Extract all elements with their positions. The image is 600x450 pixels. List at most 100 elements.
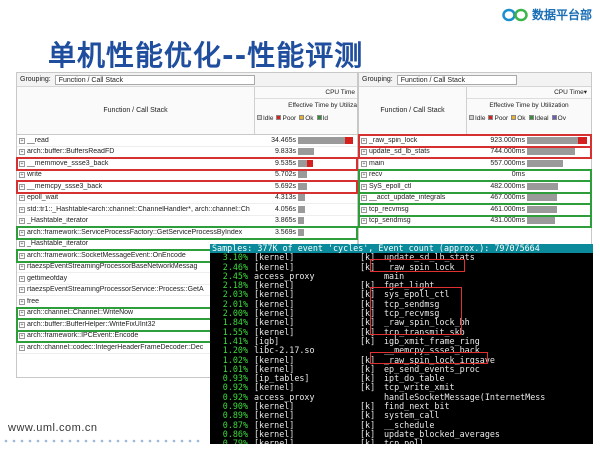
highlight-box: [370, 352, 488, 364]
legend-item: Ov: [551, 115, 566, 122]
symbol-kind: [k]: [360, 382, 376, 393]
column-cpu-time[interactable]: CPU Time▾: [467, 87, 591, 99]
brand-name: 数据平台部: [531, 8, 592, 22]
expand-icon[interactable]: +: [19, 183, 25, 190]
utilization-bar: [298, 217, 304, 225]
expand-icon[interactable]: +: [19, 252, 25, 259]
legend-item: Ideal: [528, 114, 549, 122]
legend-label: Ideal: [534, 114, 549, 122]
grouping-label: Grouping:: [362, 76, 393, 83]
table-row[interactable]: + main 557.000ms: [359, 158, 591, 170]
expand-icon[interactable]: +: [19, 229, 25, 236]
table-row[interactable]: + recv 0ms: [358, 168, 592, 182]
function-name: + __memcpy_ssse3_back: [19, 182, 103, 190]
column-effective-time: Effective Time by Utilization: [489, 102, 569, 109]
expand-icon[interactable]: +: [361, 195, 367, 202]
symbol-kind: [k]: [360, 438, 376, 444]
cpu-time-value: 431.000ms: [490, 217, 525, 225]
symbol-name: ipt_do_table: [384, 374, 445, 384]
legend-swatch: [488, 115, 494, 121]
legend-item: Ok: [299, 115, 314, 122]
table-row[interactable]: + __acct_update_integrals 467.000ms: [358, 191, 592, 205]
brand-logo: 数据平台部: [502, 6, 592, 23]
expand-icon[interactable]: +: [19, 206, 25, 213]
expand-icon[interactable]: +: [19, 264, 25, 271]
legend-swatch: [551, 115, 557, 121]
table-row[interactable]: + tcp_sendmsg 431.000ms: [358, 214, 592, 228]
legend-label: Ok: [517, 114, 526, 122]
utilization-bar: [527, 136, 587, 144]
grouping-select[interactable]: Function / Call Stack: [54, 74, 255, 85]
expand-icon[interactable]: +: [19, 321, 25, 328]
expand-icon[interactable]: +: [19, 160, 25, 167]
table-header: Function / Call Stack CPU Time▾ Effectiv…: [359, 87, 591, 135]
table-row[interactable]: + __memmove_ssse3_back 9.535s: [16, 157, 358, 171]
symbol-name: tcp_write_xmit: [384, 383, 455, 393]
legend-item: Idle: [469, 115, 485, 122]
expand-icon[interactable]: +: [19, 149, 25, 156]
utilization-legend: Idle Poor Ok Id: [255, 113, 357, 123]
slide: 数据平台部 单机性能优化--性能评测 Grouping: Function / …: [0, 0, 600, 450]
grouping-select[interactable]: Function / Call Stack: [396, 74, 517, 85]
expand-icon[interactable]: +: [361, 183, 367, 190]
function-name: + _Hashtable_iterator: [19, 217, 89, 225]
expand-icon[interactable]: +: [361, 137, 367, 144]
expand-icon[interactable]: +: [19, 287, 25, 294]
expand-icon[interactable]: +: [19, 344, 25, 351]
expand-icon[interactable]: +: [19, 241, 25, 248]
symbol-name: find_next_bit: [384, 402, 450, 412]
expand-icon[interactable]: +: [19, 275, 25, 282]
function-name: + SyS_epoll_ctl: [361, 182, 412, 190]
cpu-time-value: 923.000ms: [490, 136, 525, 144]
table-row[interactable]: + _Hashtable_iterator 3.865s: [17, 216, 357, 227]
expand-icon[interactable]: +: [19, 172, 25, 179]
expand-icon[interactable]: +: [361, 206, 367, 213]
utilization-bar: [527, 159, 563, 167]
legend-swatch: [299, 115, 305, 121]
table-row[interactable]: + arch::buffer::BuffersReadFD 9.833s: [17, 147, 357, 158]
legend-label: Id: [322, 114, 328, 122]
column-function[interactable]: Function / Call Stack: [359, 87, 467, 134]
table-row[interactable]: + tcp_recvmsg 461.000ms: [358, 203, 592, 217]
expand-icon[interactable]: +: [19, 310, 25, 317]
symbol-kind: [k]: [360, 335, 376, 346]
utilization-bar: [298, 194, 305, 202]
table-row[interactable]: + _raw_spin_lock 923.000ms: [358, 134, 592, 148]
table-row[interactable]: + __memcpy_ssse3_back 5.692s: [16, 180, 358, 194]
utilization-bar: [298, 228, 304, 236]
function-name: + arch::buffer::BuffersReadFD: [19, 148, 115, 156]
table-row[interactable]: + update_sd_lb_stats 744.000ms: [358, 145, 592, 159]
column-function[interactable]: Function / Call Stack: [17, 87, 255, 134]
utilization-bar: [527, 194, 557, 202]
cpu-time-value: 3.569s: [274, 228, 296, 236]
perf-top-terminal: Samples: 377K of event 'cycles', Event c…: [210, 244, 593, 444]
slide-title: 单机性能优化--性能评测: [48, 39, 364, 72]
expand-icon[interactable]: +: [361, 160, 367, 167]
utilization-legend: Idle Poor Ok Ideal Ov: [467, 113, 591, 123]
table-row[interactable]: + write 5.702s: [17, 170, 357, 181]
expand-icon[interactable]: +: [19, 218, 25, 225]
legend-item: Ok: [511, 114, 526, 122]
utilization-bar: [527, 148, 575, 156]
table-row[interactable]: + std::tr1::_Hashtable<arch::channel::Cha…: [17, 204, 357, 216]
table-row[interactable]: + epoll_wait 4.313s: [17, 193, 357, 204]
expand-icon[interactable]: +: [19, 137, 25, 144]
column-cpu-time[interactable]: CPU Time: [255, 87, 357, 99]
grouping-label: Grouping:: [20, 76, 51, 83]
expand-icon[interactable]: +: [19, 333, 25, 340]
cpu-time-value: 3.865s: [274, 217, 296, 225]
legend-swatch: [276, 115, 282, 121]
table-row[interactable]: + __read 34.465s: [17, 135, 357, 147]
expand-icon[interactable]: +: [361, 172, 367, 179]
symbol-name: __schedule: [384, 420, 435, 430]
expand-icon[interactable]: +: [19, 298, 25, 305]
table-row[interactable]: + arch::framework::ServiceProcessFactory:…: [16, 226, 358, 240]
function-name: + arch::framework::ServiceProcessFactory:…: [19, 228, 243, 236]
expand-icon[interactable]: +: [19, 195, 25, 202]
table-row[interactable]: + SyS_epoll_ctl 482.000ms: [358, 180, 592, 194]
function-name: + __acct_update_integrals: [361, 194, 446, 202]
expand-icon[interactable]: +: [361, 149, 367, 156]
expand-icon[interactable]: +: [361, 218, 367, 225]
utilization-bar: [298, 148, 314, 156]
legend-item: Idle: [257, 115, 273, 122]
